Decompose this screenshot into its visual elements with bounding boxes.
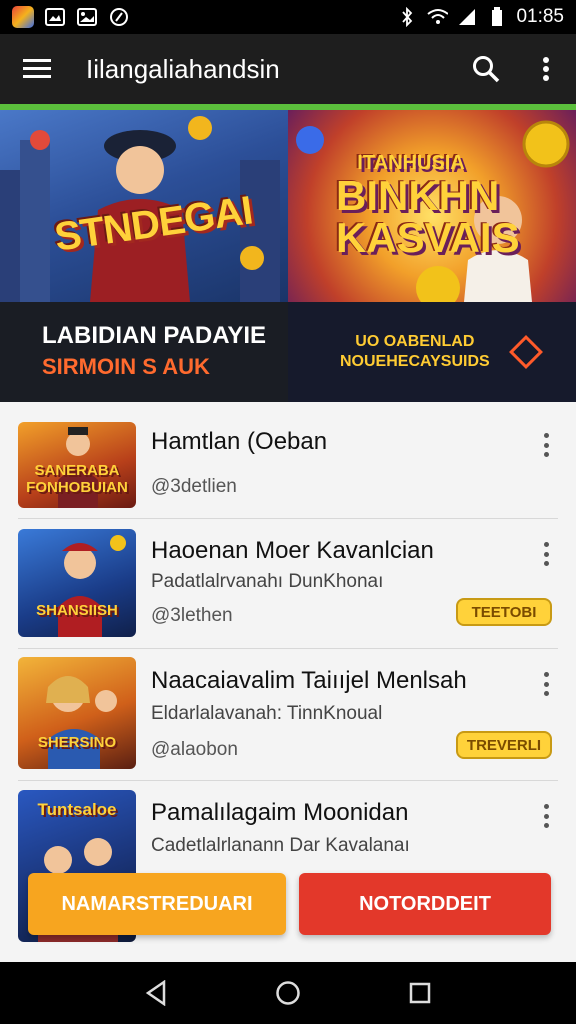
list-item-thumbnail[interactable]: SHERSINO: [18, 657, 136, 769]
list-item-thumbnail-label: SHANSIISH: [36, 602, 118, 619]
promo-banner[interactable]: STNDEGAI ITANHUSIA BINKHN KASVAIS LABIDI…: [0, 110, 576, 402]
recents-icon[interactable]: [400, 973, 440, 1013]
app-thumbnail-icon: [12, 6, 34, 28]
list-item-title[interactable]: Hamtlan (Oeban: [151, 428, 327, 456]
banner-cta-line1: UO OABENLAD: [355, 333, 475, 350]
list-item-subtitle: Padatlalrvanahı DunKhonaı: [151, 571, 384, 592]
signal-icon: [456, 7, 478, 27]
list-item[interactable]: SHANSIISH Haoenan Moer Kavanlcian Padatl…: [0, 519, 576, 649]
list-item-title[interactable]: Pamalılagaim Moonidan: [151, 799, 408, 827]
banner-headline: LABIDIAN PADAYIE: [42, 322, 267, 349]
list-item-thumbnail-label: SHERSINO: [37, 734, 117, 751]
banner-art-left: STNDEGAI: [0, 110, 288, 302]
list-item[interactable]: SANERABA FONHOBUIAN Hamtlan (Oeban @3det…: [0, 402, 576, 518]
list-item-meta: @3detlien: [151, 476, 237, 497]
banner-cta[interactable]: UO OABENLAD NOUEHECAYSUIDS: [340, 332, 490, 372]
wifi-icon: [426, 7, 449, 27]
secondary-action-button[interactable]: NOTORDDEIT: [299, 873, 551, 935]
battery-icon: [486, 7, 508, 27]
status-bar: 01:85: [0, 0, 576, 34]
banner-footer: LABIDIAN PADAYIE SIRMOIN S AUK UO OABENL…: [0, 302, 576, 402]
more-vert-icon[interactable]: [534, 430, 558, 460]
more-vert-icon[interactable]: [534, 801, 558, 831]
banner-art: STNDEGAI ITANHUSIA BINKHN KASVAIS: [0, 110, 576, 302]
banner-art-right-text: ITANHUSIA BINKHN KASVAIS: [336, 152, 520, 261]
list-item-badge[interactable]: TEETOBI: [456, 598, 552, 626]
list-item-thumbnail-label: Tuntsaloe: [37, 800, 117, 819]
banner-art-right-main: BINKHN KASVAIS: [336, 172, 520, 261]
more-vert-icon[interactable]: [534, 669, 558, 699]
bluetooth-icon: [396, 7, 418, 27]
back-icon[interactable]: [136, 973, 176, 1013]
more-vert-icon[interactable]: [534, 539, 558, 569]
list-item[interactable]: SHERSINO Naacaiavalim Taiııjel Menlsah E…: [0, 649, 576, 779]
list-item-subtitle: Eldarlalavanah: TinnKnoual: [151, 703, 383, 724]
app-title: Iilangaliahandsin: [86, 53, 280, 84]
app-bar: Iilangaliahandsin: [0, 34, 576, 110]
search-icon[interactable]: [456, 34, 516, 104]
banner-art-right: ITANHUSIA BINKHN KASVAIS: [288, 110, 576, 302]
list-item-meta: @3lethen: [151, 605, 233, 626]
list-item-meta: @alaobon: [151, 739, 238, 760]
banner-cta-line2: NOUEHECAYSUIDS: [340, 353, 490, 370]
list-item-title[interactable]: Naacaiavalim Taiııjel Menlsah: [151, 667, 467, 695]
list-item-thumbnail-label: SANERABA FONHOBUIAN: [26, 462, 128, 496]
hamburger-menu-icon[interactable]: [0, 34, 74, 104]
list-item-thumbnail[interactable]: SHANSIISH: [18, 529, 136, 637]
banner-subheadline: SIRMOIN S AUK: [42, 354, 210, 379]
status-time: 01:85: [516, 6, 564, 27]
list-item-subtitle: Cadetlalrlanann Dar Kavalanaı: [151, 835, 410, 856]
list-item-badge[interactable]: TREVERLI: [456, 731, 552, 759]
media-icon: [108, 7, 130, 27]
more-vert-icon[interactable]: [516, 34, 576, 104]
primary-action-button[interactable]: NAMARSTREDUARI: [28, 873, 286, 935]
system-nav-bar: [0, 962, 576, 1024]
home-icon[interactable]: [268, 973, 308, 1013]
image-icon: [76, 7, 98, 27]
list-item-title[interactable]: Haoenan Moer Kavanlcian: [151, 537, 434, 565]
gallery-icon: [44, 7, 66, 27]
list-item-thumbnail[interactable]: SANERABA FONHOBUIAN: [18, 422, 136, 508]
